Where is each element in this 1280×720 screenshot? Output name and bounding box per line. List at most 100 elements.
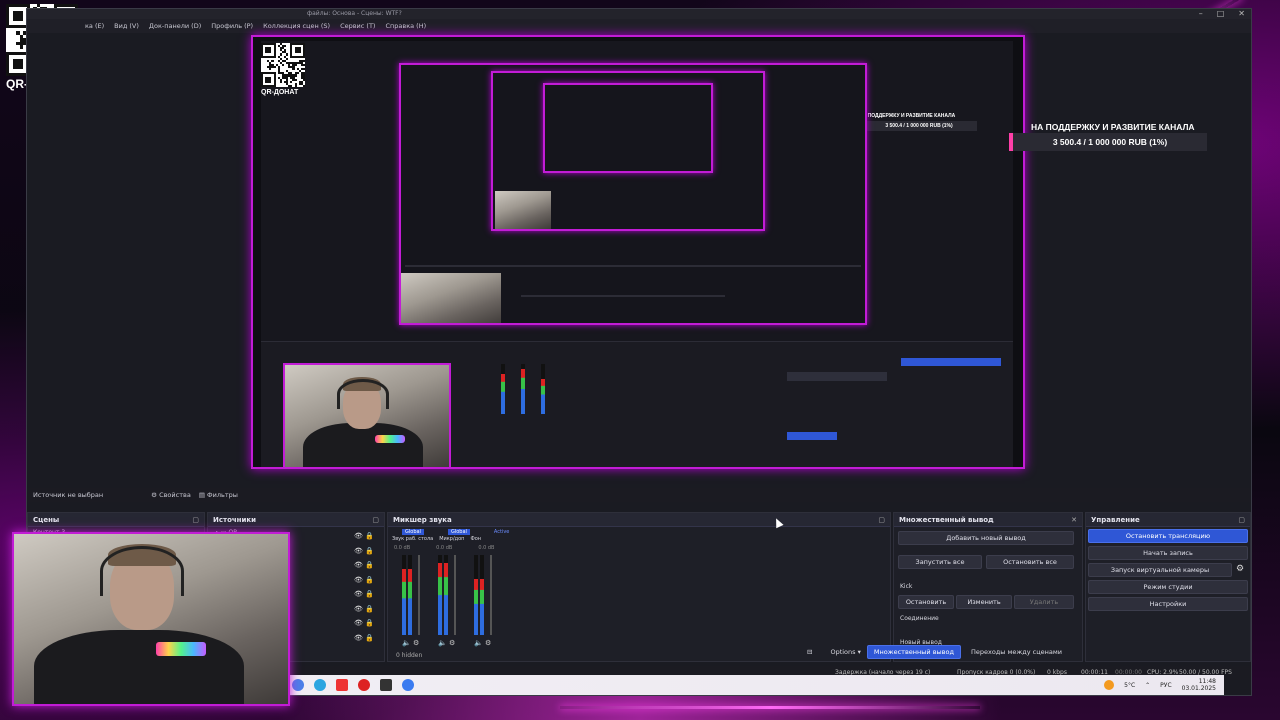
channel-name: Звук раб. стола [392, 536, 434, 542]
source-visibility-column: 👁 🔒 👁 🔒 👁 🔒 👁 🔒 👁 🔒 👁 🔒 👁 🔒 👁 🔒 [354, 529, 376, 645]
delete-output-button[interactable]: Удалить [1014, 595, 1074, 609]
clock-date: 03.01.2025 [1181, 685, 1216, 692]
eye-icon[interactable]: 👁 🔒 [354, 573, 376, 588]
nested-obs-capture: QR-ДОНАТ НА ПОДДЕРЖКУ И РАЗВИТИЕ КАНАЛА … [261, 41, 1013, 467]
sources-panel-title: Источники ▢ [208, 513, 384, 527]
volume-meter-bar [438, 555, 442, 635]
volume-meter-bar [474, 555, 478, 635]
options-label: Options [830, 648, 856, 656]
layout-icon[interactable]: ⊟ [807, 648, 812, 656]
volume-slider[interactable] [418, 555, 420, 635]
browser-icon[interactable] [292, 679, 304, 691]
start-record-button[interactable]: Начать запись [1088, 546, 1248, 560]
mixer-tag: Global [402, 529, 424, 535]
nested-qr-image [261, 43, 305, 87]
nested-webcam [401, 273, 501, 323]
stop-all-button[interactable]: Остановить все [986, 555, 1074, 569]
dock-float-icon[interactable]: ▢ [878, 513, 885, 527]
mixer-title: Микшер звука [393, 516, 452, 524]
menu-item-help[interactable]: Справка (H) [385, 22, 426, 30]
maximize-button[interactable]: □ [1217, 9, 1225, 19]
mixer-tag: Global [447, 529, 470, 535]
filter-icon: ▤ [198, 491, 208, 499]
eye-icon[interactable]: 👁 🔒 [354, 631, 376, 646]
settings-button[interactable]: Настройки [1088, 597, 1248, 611]
menu-item-docks[interactable]: Док-панели (D) [149, 22, 201, 30]
taskbar: 5°C ⌃ РУС 11:48 03.01.2025 [264, 675, 1224, 695]
weather-temp: 5°C [1124, 681, 1136, 689]
tab-scene-transitions[interactable]: Переходы между сценами [967, 648, 1066, 656]
speaker-icon[interactable]: 🔈 ⚙ [474, 639, 491, 647]
stop-stream-button[interactable]: Остановить трансляцию [1088, 529, 1248, 543]
multi-output-title-bar: Множественный вывод ✕ [894, 513, 1082, 527]
close-button[interactable]: ✕ [1238, 9, 1245, 19]
menu-bar: ка (E) Вид (V) Док-панели (D) Профиль (P… [27, 19, 1251, 33]
donate-progress-bar: 3 500.4 / 1 000 000 RUB (1%) [1009, 133, 1207, 151]
dock-float-icon[interactable]: ▢ [192, 513, 199, 527]
menu-item-tools[interactable]: Сервис (T) [340, 22, 375, 30]
hidden-count: 0 hidden [396, 652, 423, 659]
controls-title: Управление [1091, 516, 1140, 524]
volume-meter-bar [408, 555, 412, 635]
gear-icon[interactable]: ⚙ [1236, 564, 1244, 574]
options-dropdown[interactable]: Options ▾ [830, 648, 860, 656]
language-indicator[interactable]: РУС [1160, 682, 1171, 689]
eye-icon[interactable]: 👁 🔒 [354, 544, 376, 559]
system-tray: 5°C ⌃ РУС 11:48 03.01.2025 [1104, 678, 1224, 692]
channel-name: Фон [470, 536, 482, 542]
clock[interactable]: 11:48 03.01.2025 [1182, 678, 1216, 692]
menu-item-scene-collection[interactable]: Коллекция сцен (S) [263, 22, 330, 30]
start-all-button[interactable]: Запустить все [898, 555, 982, 569]
window-controls: – □ ✕ [1199, 9, 1245, 19]
dock-float-icon[interactable]: ▢ [1238, 513, 1245, 527]
nested-webcam-large [283, 363, 451, 467]
window-title: файлы: Основа - Сцены: WTF? [27, 9, 1251, 19]
obs-icon[interactable] [380, 679, 392, 691]
speaker-icon[interactable]: 🔈 ⚙ [402, 639, 419, 647]
scenes-title: Сцены [33, 516, 60, 524]
add-output-button[interactable]: Добавить новый вывод [898, 531, 1074, 545]
menu-item-view[interactable]: Вид (V) [114, 22, 139, 30]
filters-button[interactable]: ▤ Фильтры [199, 491, 238, 499]
stop-output-button[interactable]: Остановить [898, 595, 954, 609]
nested-preview-level3 [491, 71, 765, 231]
mixer-channel-names: Звук раб. стола Микр/доп Фон [392, 536, 481, 542]
mixer-db-values: 0.0 dB 0.0 dB 0.0 dB [394, 545, 494, 551]
eye-icon[interactable]: 👁 🔒 [354, 529, 376, 544]
close-icon[interactable]: ✕ [1071, 513, 1077, 527]
preview-canvas[interactable]: QR-ДОНАТ НА ПОДДЕРЖКУ И РАЗВИТИЕ КАНАЛА … [251, 35, 1025, 469]
eye-icon[interactable]: 👁 🔒 [354, 587, 376, 602]
edit-output-button[interactable]: Изменить [956, 595, 1012, 609]
app-icon[interactable] [358, 679, 370, 691]
eye-icon[interactable]: 👁 🔒 [354, 602, 376, 617]
speaker-icon[interactable]: 🔈 ⚙ [438, 639, 455, 647]
studio-mode-button[interactable]: Режим студии [1088, 580, 1248, 594]
volume-slider[interactable] [490, 555, 492, 635]
mixer-panel-title: Микшер звука ▢ [388, 513, 890, 527]
eye-icon[interactable]: 👁 🔒 [354, 558, 376, 573]
volume-slider[interactable] [454, 555, 456, 635]
filters-label: Фильтры [207, 491, 238, 499]
tab-multi-output[interactable]: Множественный вывод [866, 645, 961, 659]
dock-float-icon[interactable]: ▢ [372, 513, 379, 527]
nested-preview-level4 [543, 83, 713, 173]
app-icon[interactable] [402, 679, 414, 691]
minimize-button[interactable]: – [1199, 9, 1203, 19]
nested-webcam [495, 191, 551, 229]
telegram-icon[interactable] [314, 679, 326, 691]
streamer-webcam [12, 532, 290, 706]
menu-item-edit[interactable]: ка (E) [85, 22, 104, 30]
properties-button[interactable]: ⚙ Свойства [151, 491, 191, 499]
weather-icon [1104, 680, 1115, 690]
channel-db: 0.0 dB [478, 545, 495, 551]
yandex-icon[interactable] [336, 679, 348, 691]
virtual-camera-button[interactable]: Запуск виртуальной камеры [1088, 563, 1232, 577]
nested-donate-title: НА ПОДДЕРЖКУ И РАЗВИТИЕ КАНАЛА [859, 113, 956, 119]
menu-item-profile[interactable]: Профиль (P) [211, 22, 253, 30]
eye-icon[interactable]: 👁 🔒 [354, 616, 376, 631]
gear-icon: ⚙ [151, 491, 160, 499]
sources-title: Источники [213, 516, 257, 524]
donate-title: НА ПОДДЕРЖКУ И РАЗВИТИЕ КАНАЛА [1031, 122, 1195, 132]
mixer-tag: Active [493, 529, 510, 535]
chevron-up-icon[interactable]: ⌃ [1145, 682, 1150, 689]
